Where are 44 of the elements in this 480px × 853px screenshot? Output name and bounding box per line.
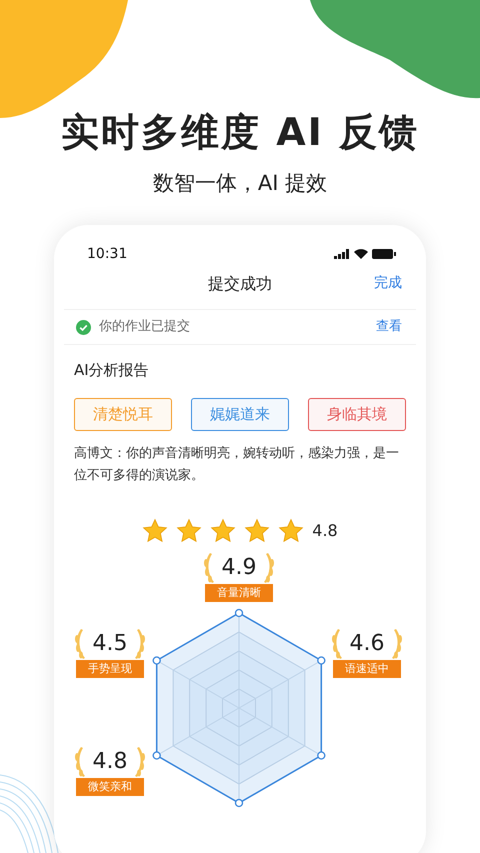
done-button[interactable]: 完成 [374,273,402,294]
radar-point [234,608,244,618]
tag-chip: 身临其境 [308,398,406,431]
dimension-ribbon: 语速适中 [333,660,401,678]
wifi-icon [354,249,368,260]
laurel-icon [133,628,146,660]
dimension-score: 4.6 [350,630,384,658]
laurel-icon [74,746,87,778]
page-title: 提交成功 [208,273,272,296]
battery-icon [372,249,396,260]
laurel-icon [262,552,275,584]
laurel-icon [331,628,344,660]
notice-text: 你的作业已提交 [99,318,190,336]
check-icon [76,320,91,335]
dimension-score: 4.9 [222,554,256,582]
radar-point [152,751,161,760]
dimension-ribbon: 音量清晰 [205,584,273,602]
comment-text: 高博文：你的声音清晰明亮，婉转动听，感染力强，是一位不可多得的演说家。 [73,444,400,486]
laurel-icon [203,552,216,584]
radar-point [317,656,326,665]
section-title: AI分析报告 [73,360,150,382]
status-time: 10:31 [87,244,128,264]
radar-point [234,798,244,808]
star-icon [142,518,168,544]
tag-chip: 娓娓道来 [191,398,289,431]
star-icon [210,518,236,544]
laurel-icon [74,628,87,660]
headline: 实时多维度 AI 反馈 [60,110,419,156]
star-icon [278,518,304,544]
signal-icon [334,249,350,260]
star-icon [244,518,270,544]
view-link[interactable]: 查看 [376,317,402,337]
dimension-ribbon: 微笑亲和 [76,778,144,796]
tag-chip: 清楚悦耳 [74,398,172,431]
subtitle: 数智一体，AI 提效 [152,170,328,197]
radar-point [152,656,161,665]
laurel-icon [390,628,403,660]
laurel-icon [133,746,146,778]
dimension-score: 4.8 [92,748,128,776]
rating-score: 4.8 [312,520,338,542]
star-icon [176,518,202,544]
radar-point [317,751,326,760]
dimension-score: 4.5 [92,630,128,658]
dimension-ribbon: 手势呈现 [76,660,144,678]
